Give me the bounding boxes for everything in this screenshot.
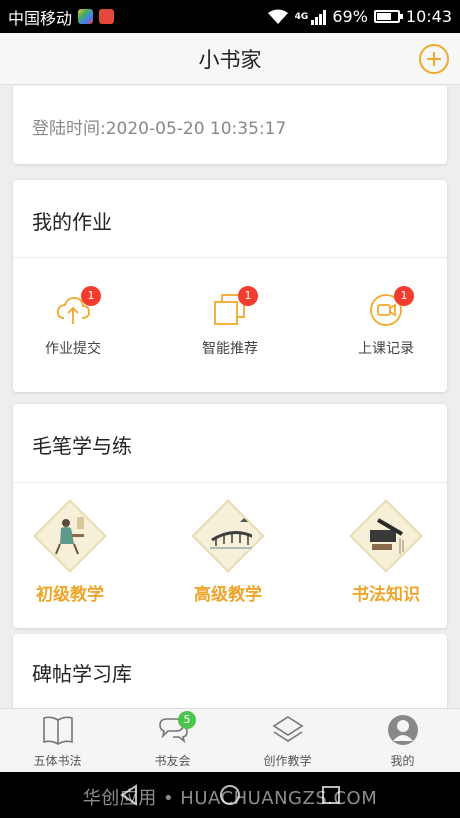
beginner-lesson-label: 初级教学 [36,585,104,605]
beginner-lesson-button[interactable]: 初级教学 [0,496,140,605]
book-icon [42,716,73,745]
divider [13,482,447,483]
bottom-nav: 五体书法 5 书友会 创作教学 我的 [0,708,460,772]
tab-mine-label: 我的 [390,754,415,768]
tab-creation-teaching-label: 创作教学 [263,754,312,768]
tab-creation-teaching[interactable]: 创作教学 [230,709,345,772]
smart-recommend-label: 智能推荐 [202,341,258,357]
avatar-icon [387,715,418,745]
homework-card: 我的作业 1 作业提交 1 智能推荐 1 上课记录 [13,180,447,392]
video-record-icon: 1 [368,286,414,328]
battery-percent: 69% [332,7,368,26]
add-button[interactable] [419,44,449,74]
homework-submit-badge: 1 [81,286,101,306]
brush-inkstone-icon [346,496,426,576]
stele-library-card[interactable]: 碑帖学习库 [13,634,447,708]
stacked-squares-icon: 1 [212,286,258,328]
clock: 10:43 [405,7,452,26]
book-club-badge: 5 [178,711,196,729]
homework-submit-button[interactable]: 1 作业提交 [13,286,133,358]
system-nav-bar: 华创应用 • HUACHUANGZS.COM [0,772,460,818]
login-time: 登陆时间:2020-05-20 10:35:17 [32,119,287,139]
battery-level [376,13,391,20]
class-record-label: 上课记录 [358,341,414,357]
tab-five-scripts-label: 五体书法 [33,754,82,768]
brush-practice-title: 毛笔学与练 [32,434,132,458]
app-header: 小书家 [0,33,460,85]
cloud-upload-icon: 1 [55,286,101,328]
scholar-painting-icon [30,496,110,576]
mail-notification-icon [99,9,115,24]
layers-icon [272,716,303,742]
homework-submit-label: 作业提交 [45,341,101,357]
tab-book-club-label: 书友会 [154,754,191,768]
calligraphy-knowledge-label: 书法知识 [352,585,420,605]
class-record-button[interactable]: 1 上课记录 [326,286,446,358]
homework-title: 我的作业 [32,210,112,234]
login-info-card: 登陆时间:2020-05-20 10:35:17 [13,86,447,164]
watermark: 华创应用 • HUACHUANGZS.COM [82,788,378,809]
class-record-badge: 1 [394,286,414,306]
wifi-icon [267,9,288,24]
main-content[interactable]: 登陆时间:2020-05-20 10:35:17 我的作业 1 作业提交 1 智… [0,86,460,708]
status-bar: 中国移动 4G 69% 10:43 [0,0,460,33]
bridge-painting-icon [188,496,268,576]
calligraphy-knowledge-button[interactable]: 书法知识 [316,496,456,605]
tab-mine[interactable]: 我的 [345,709,460,772]
smart-recommend-button[interactable]: 1 智能推荐 [170,286,290,358]
divider [13,257,447,258]
stele-library-title: 碑帖学习库 [32,662,132,686]
smart-recommend-badge: 1 [238,286,258,306]
brush-practice-card: 毛笔学与练 初级教学 高级教学 书法知识 [13,404,447,628]
tab-five-scripts[interactable]: 五体书法 [0,709,115,772]
tab-book-club[interactable]: 5 书友会 [115,709,230,772]
app-notification-icon [78,9,94,24]
advanced-lesson-button[interactable]: 高级教学 [158,496,298,605]
signal-icon [311,9,327,25]
network-type: 4G [294,11,309,22]
page-title: 小书家 [198,47,262,72]
advanced-lesson-label: 高级教学 [194,585,262,605]
battery-icon [373,10,403,23]
carrier-label: 中国移动 [8,8,73,28]
